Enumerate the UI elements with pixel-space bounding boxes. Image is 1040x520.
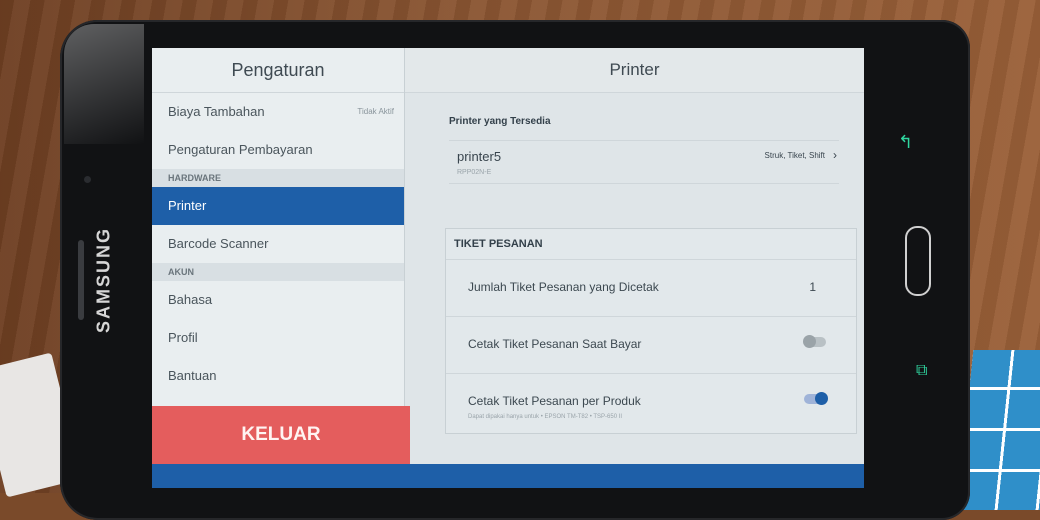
section-header-akun: AKUN [152, 263, 404, 281]
bottom-bar [152, 464, 864, 488]
printer-model: RPP02N-E [457, 169, 492, 176]
available-printers-heading: Printer yang Tersedia [449, 116, 551, 127]
printer-list-item[interactable]: printer5 RPP02N-E Struk, Tiket, Shift › [449, 140, 839, 184]
printer-types: Struk, Tiket, Shift [764, 151, 825, 160]
sidebar-item-barcode-scanner[interactable]: Barcode Scanner [152, 225, 404, 263]
home-button[interactable] [905, 226, 931, 296]
section-header-hardware: HARDWARE [152, 169, 404, 187]
ticket-count-value: 1 [809, 280, 816, 294]
light-glare [64, 24, 144, 144]
app-screen: Pengaturan Biaya Tambahan Tidak Aktif Pe… [152, 48, 864, 488]
sidebar-item-biaya-tambahan[interactable]: Biaya Tambahan Tidak Aktif [152, 93, 404, 131]
front-camera [84, 176, 91, 183]
sidebar-item-profil[interactable]: Profil [152, 319, 404, 357]
print-per-product-toggle[interactable] [804, 392, 828, 405]
printer-name: printer5 [457, 149, 502, 164]
sidebar-item-label: Barcode Scanner [168, 236, 269, 251]
setting-label: Jumlah Tiket Pesanan yang Dicetak [468, 280, 659, 294]
sidebar-item-label: Bantuan [168, 368, 217, 383]
sidebar-item-bantuan[interactable]: Bantuan [152, 357, 404, 395]
ticket-settings-card: TIKET PESANAN Jumlah Tiket Pesanan yang … [445, 228, 857, 434]
sidebar-item-label: Biaya Tambahan [168, 104, 265, 119]
recents-icon[interactable]: ⧉ [916, 362, 927, 380]
print-on-pay-toggle[interactable] [803, 335, 826, 348]
ticket-count-row[interactable]: Jumlah Tiket Pesanan yang Dicetak 1 [446, 260, 856, 317]
ticket-card-title: TIKET PESANAN [446, 229, 856, 260]
sidebar-item-bahasa[interactable]: Bahasa [152, 281, 404, 319]
printer-settings-panel: Printer Printer yang Tersedia printer5 R… [405, 48, 864, 464]
setting-label: Cetak Tiket Pesanan Saat Bayar [468, 337, 642, 351]
sidebar-item-pengaturan-pembayaran[interactable]: Pengaturan Pembayaran [152, 131, 404, 169]
sidebar-item-printer[interactable]: Printer [152, 187, 404, 225]
sidebar-item-label: Pengaturan Pembayaran [168, 142, 313, 157]
setting-label: Cetak Tiket Pesanan per Produk [468, 394, 641, 408]
speaker-grille [78, 240, 84, 320]
sidebar-title: Pengaturan [152, 48, 404, 93]
compatibility-note: Dapat dipakai hanya untuk • EPSON TM-T82… [468, 414, 623, 420]
print-per-product-row: Cetak Tiket Pesanan per Produk Dapat dip… [446, 374, 856, 430]
logout-button[interactable]: KELUAR [152, 406, 410, 464]
sidebar-item-label: Printer [168, 198, 207, 213]
sidebar-item-label: Bahasa [168, 292, 213, 307]
chevron-right-icon: › [833, 148, 837, 162]
page-title: Printer [405, 48, 864, 93]
sidebar-item-label: Profil [168, 330, 198, 345]
status-text: Tidak Aktif [357, 107, 394, 116]
back-arrow-icon[interactable]: ↰ [898, 132, 913, 153]
print-on-pay-row: Cetak Tiket Pesanan Saat Bayar [446, 317, 856, 374]
